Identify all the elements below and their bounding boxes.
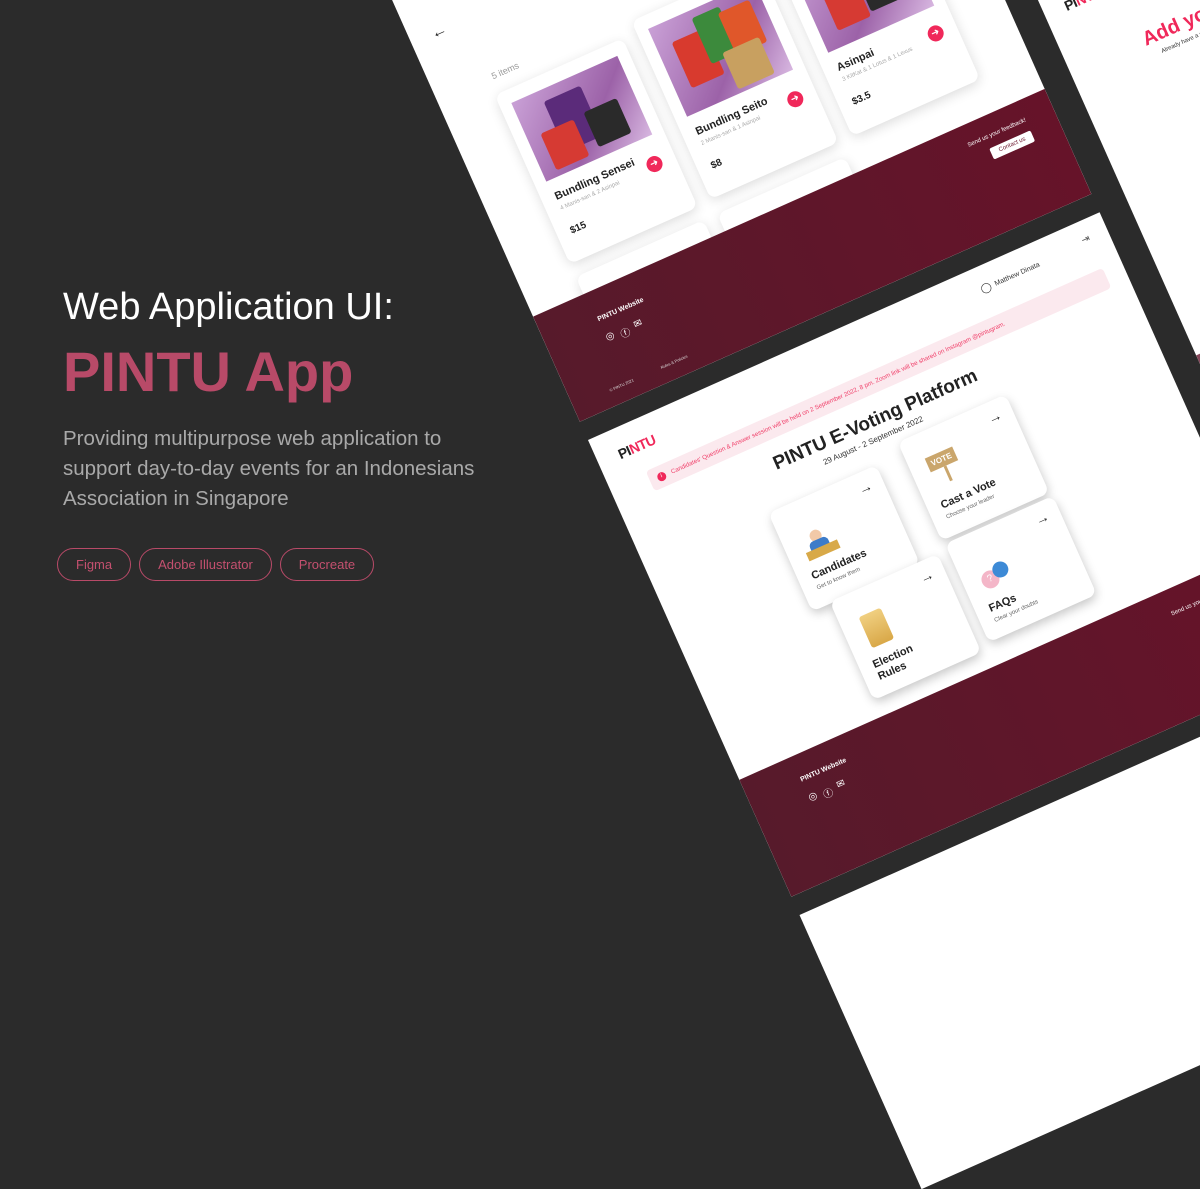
intro: Web Application UI: PINTU App Providing …	[63, 284, 503, 514]
vote-sign-icon: VOTE	[924, 446, 965, 487]
scroll-icon	[858, 607, 895, 649]
arrow-right-icon: →	[1032, 507, 1052, 529]
instagram-icon[interactable]: ◎	[807, 790, 821, 807]
info-icon: i	[655, 470, 668, 483]
back-button[interactable]: ←	[428, 21, 450, 44]
item-count: 5 items	[489, 60, 521, 82]
arrow-right-icon[interactable]: ➜	[784, 88, 806, 110]
arrow-right-icon[interactable]: ➜	[925, 22, 947, 44]
arrow-right-icon[interactable]: ➜	[643, 153, 666, 175]
product-image	[787, 0, 935, 53]
description: Providing multipurpose web application t…	[63, 427, 475, 510]
arrow-right-icon: →	[984, 406, 1005, 427]
logo: PINTU	[1061, 0, 1105, 14]
user-icon: ◯	[979, 281, 994, 296]
mail-icon[interactable]: ✉	[835, 778, 849, 795]
arrow-right-icon: →	[916, 565, 937, 587]
tag-figma: Figma	[57, 548, 132, 581]
heading: Web Application UI:	[63, 286, 394, 328]
logo: PINTU	[615, 431, 659, 463]
project-title: PINTU App	[63, 340, 354, 403]
tool-tags: Figma Adobe Illustrator Procreate	[57, 548, 375, 581]
rules-link[interactable]: Rules & Policies	[660, 354, 688, 370]
user-menu[interactable]: ◯ Matthew Dinata	[979, 260, 1042, 296]
podium-icon	[799, 523, 841, 562]
tag-procreate: Procreate	[279, 548, 375, 581]
mail-icon[interactable]: ✉	[632, 317, 646, 334]
facebook-icon[interactable]: ⓕ	[820, 784, 836, 801]
tag-illustrator: Adobe Illustrator	[139, 548, 272, 581]
product-image	[648, 0, 794, 117]
facebook-icon[interactable]: ⓕ	[617, 323, 633, 341]
instagram-icon[interactable]: ◎	[604, 330, 618, 347]
arrow-right-icon: →	[855, 477, 875, 498]
logout-icon[interactable]: ⇥	[1080, 233, 1092, 246]
